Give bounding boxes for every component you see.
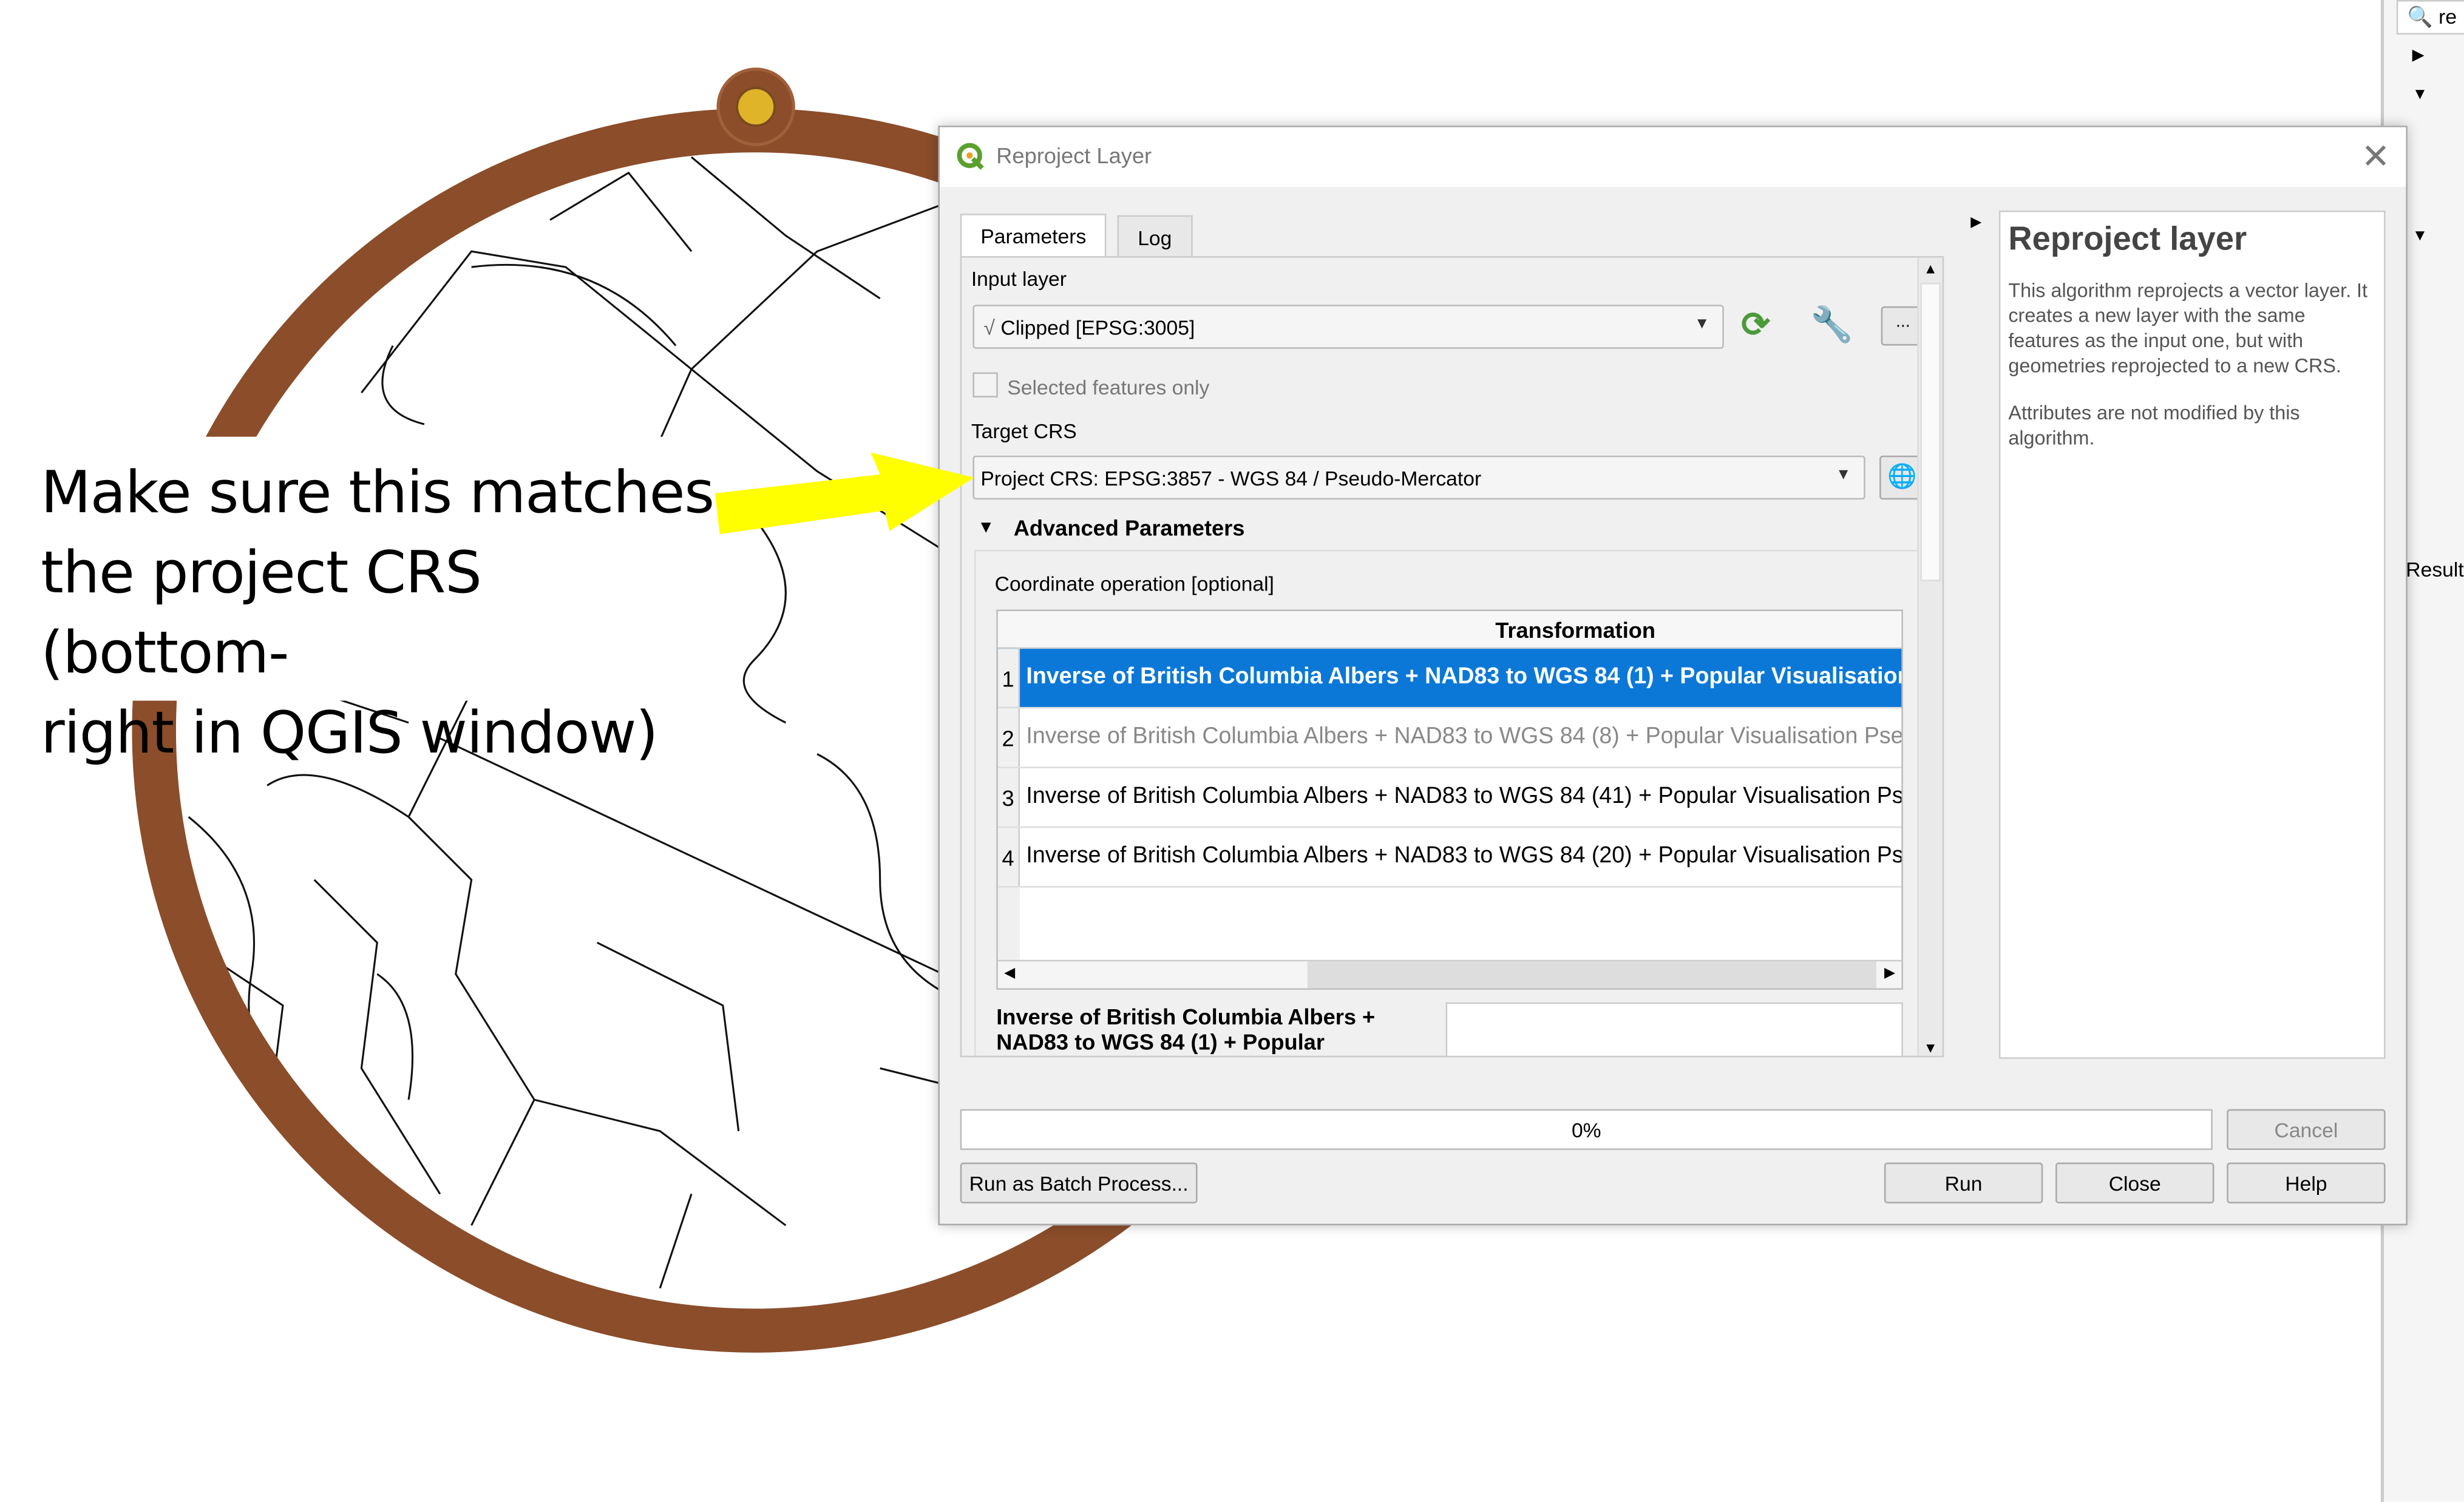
knob-center [736, 87, 776, 127]
annotation-line: right in QGIS window) [41, 699, 658, 767]
selected-features-checkbox[interactable] [972, 372, 998, 397]
input-layer-combo[interactable]: √ Clipped [EPSG:3005] ▼ [972, 305, 1724, 349]
row-text: Inverse of British Columbia Albers + NAD… [1026, 724, 1902, 749]
toolbox-search-input[interactable]: 🔍 re [2396, 0, 2464, 35]
parameters-panel: Input layer √ Clipped [EPSG:3005] ▼ ⟳ 🔧 … [960, 255, 1944, 1058]
tab-log[interactable]: Log [1117, 215, 1193, 260]
progress-label: 0% [1571, 1118, 1601, 1142]
row-number: 3 [997, 768, 1020, 827]
wrench-icon[interactable]: 🔧 [1810, 305, 1853, 345]
tab-parameters[interactable]: Parameters [960, 214, 1107, 258]
help-description: This algorithm reprojects a vector layer… [2008, 279, 2368, 377]
chevron-down-icon: ▼ [1694, 316, 1710, 333]
help-note: Attributes are not modified by this algo… [2008, 402, 2300, 450]
column-header-transformation[interactable]: Transformation [997, 611, 1902, 649]
row-number: 4 [997, 828, 1020, 887]
row-header-filler [997, 887, 1020, 960]
button-label: Help [2285, 1172, 2327, 1196]
selected-features-label: Selected features only [1007, 375, 1210, 399]
collapse-arrow-icon[interactable]: ▼ [2412, 228, 2428, 245]
row-number: 2 [997, 708, 1020, 767]
more-label: ... [1896, 313, 1910, 332]
collapse-arrow-icon[interactable]: ▼ [2412, 86, 2428, 103]
transformation-details-box [1445, 1002, 1903, 1056]
dialog-title: Reproject Layer [996, 143, 1152, 168]
expand-arrow-icon[interactable]: ▶ [2412, 47, 2425, 64]
table-row[interactable]: 4 Inverse of British Columbia Albers + NA… [997, 828, 1902, 888]
annotation-line: Make sure this matches [41, 458, 714, 527]
cancel-button[interactable]: Cancel [2227, 1109, 2386, 1150]
row-text: Inverse of British Columbia Albers + NAD… [1026, 844, 1901, 869]
button-label: Close [2108, 1172, 2161, 1196]
search-text: re [2439, 4, 2457, 29]
chevron-down-icon: ▼ [1835, 466, 1851, 484]
table-row[interactable]: 2 Inverse of British Columbia Albers + NA… [997, 708, 1902, 768]
table-row[interactable]: 1 Inverse of British Columbia Albers + NA… [997, 649, 1902, 709]
scrollbar-thumb[interactable] [1920, 282, 1941, 581]
run-button[interactable]: Run [1884, 1162, 2043, 1203]
target-crs-combo[interactable]: Project CRS: EPSG:3857 - WGS 84 / Pseudo… [972, 455, 1865, 500]
scroll-right-icon[interactable]: ▶ [1884, 964, 1895, 981]
row-number: 1 [997, 649, 1020, 707]
progress-bar: 0% [960, 1109, 2213, 1150]
scrollbar-thumb[interactable] [1307, 961, 1876, 989]
help-button[interactable]: Help [2227, 1162, 2386, 1203]
close-button[interactable]: Close [2055, 1162, 2215, 1203]
scroll-up-icon[interactable]: ▲ [1924, 261, 1938, 277]
button-label: Run as Batch Process... [969, 1172, 1189, 1196]
scroll-left-icon[interactable]: ◀ [1004, 964, 1015, 981]
vertical-scrollbar[interactable]: ▲ ▼ [1917, 257, 1943, 1056]
advanced-parameters-toggle[interactable]: Advanced Parameters [1014, 515, 1245, 540]
row-text: Inverse of British Columbia Albers + NAD… [1026, 783, 1901, 810]
target-crs-value: Project CRS: EPSG:3857 - WGS 84 / Pseudo… [980, 466, 1482, 490]
button-label: Run [1944, 1172, 1983, 1196]
coordinate-operation-label: Coordinate operation [optional] [994, 572, 1274, 596]
title-bar: Reproject Layer ✕ [940, 127, 2406, 188]
annotation-line: the project CRS (bottom- [41, 538, 482, 687]
reproject-layer-dialog: Reproject Layer ✕ Parameters Log ▶ Input… [938, 126, 2408, 1226]
qgis-logo-icon [957, 143, 984, 170]
input-layer-value: Clipped [EPSG:3005] [1000, 316, 1195, 340]
transformation-table: Transformation 1 Inverse of British Colum… [996, 609, 1903, 990]
selected-transformation-name: Inverse of British Columbia Albers + NAD… [996, 1004, 1376, 1055]
run-batch-button[interactable]: Run as Batch Process... [960, 1162, 1198, 1203]
row-text: Inverse of British Columbia Albers + NAD… [1026, 665, 1902, 690]
scroll-down-icon[interactable]: ▼ [1924, 1040, 1938, 1056]
help-title: Reproject layer [2008, 222, 2247, 258]
help-panel: Reproject layer This algorithm reproject… [1998, 210, 2386, 1059]
line-layer-icon: √ [983, 316, 996, 340]
iterate-icon[interactable]: ⟳ [1741, 305, 1770, 345]
horizontal-scrollbar[interactable]: ◀ ▶ [997, 959, 1902, 989]
screenshot: Make sure this matches the project CRS (… [0, 0, 2464, 1502]
tab-label: Log [1138, 226, 1172, 250]
tab-label: Parameters [980, 225, 1087, 249]
search-icon: 🔍 [2407, 4, 2433, 29]
globe-icon: 🌐 [1887, 463, 1917, 490]
annotation-text: Make sure this matches the project CRS (… [0, 436, 720, 766]
input-layer-label: Input layer [971, 267, 1067, 291]
table-row[interactable]: 3 Inverse of British Columbia Albers + NA… [997, 768, 1902, 828]
yellow-arrow-icon [714, 452, 974, 535]
toggle-help-arrow-icon[interactable]: ▶ [1970, 214, 1981, 231]
results-tab[interactable]: Result [2406, 558, 2463, 581]
button-label: Cancel [2274, 1118, 2338, 1142]
close-icon[interactable]: ✕ [2361, 137, 2391, 177]
